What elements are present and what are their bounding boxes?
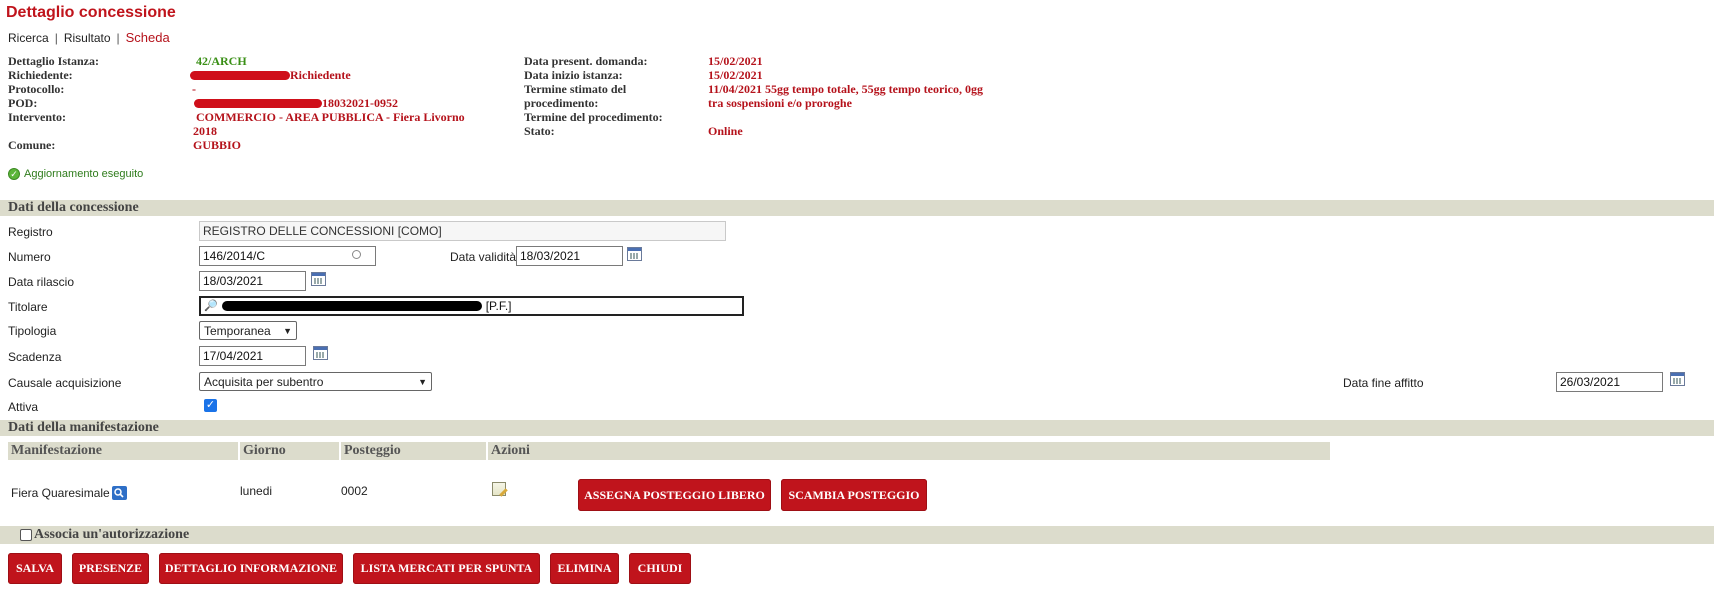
redacted-pod bbox=[194, 99, 322, 109]
column-header: Giorno bbox=[240, 442, 339, 460]
data-present-label: Data present. domanda: bbox=[524, 54, 648, 68]
causale-select[interactable]: Acquisita per subentro ▼ bbox=[199, 372, 432, 391]
pod-label: POD: bbox=[8, 96, 38, 110]
data-validita-field[interactable]: 18/03/2021 bbox=[516, 246, 623, 266]
termine-stimato-label: Termine stimato del procedimento: bbox=[524, 82, 627, 110]
chevron-down-icon: ▼ bbox=[418, 376, 427, 387]
breadcrumb-scheda[interactable]: Scheda bbox=[126, 30, 170, 45]
numero-label: Numero bbox=[8, 250, 51, 264]
breadcrumb-separator: | bbox=[54, 31, 58, 45]
breadcrumb-risultato[interactable]: Risultato bbox=[64, 31, 111, 45]
stato-value: Online bbox=[708, 124, 743, 138]
scadenza-label: Scadenza bbox=[8, 350, 62, 364]
dettaglio-istanza-label: Dettaglio Istanza: bbox=[8, 54, 99, 68]
column-header: Azioni bbox=[488, 442, 1330, 460]
dettaglio-informazione-button[interactable]: DETTAGLIO INFORMAZIONE bbox=[159, 553, 343, 584]
dettaglio-istanza-value: 42/ARCH bbox=[196, 54, 247, 68]
pod-value: 18032021-0952 bbox=[322, 96, 398, 110]
column-header: Posteggio bbox=[341, 442, 486, 460]
intervento-label: Intervento: bbox=[8, 110, 66, 124]
calendar-icon[interactable] bbox=[313, 346, 328, 360]
data-fine-affitto-label: Data fine affitto bbox=[1343, 376, 1424, 390]
attiva-checkbox[interactable]: ✓ bbox=[204, 399, 217, 412]
salva-button[interactable]: SALVA bbox=[8, 553, 62, 584]
stato-label: Stato: bbox=[524, 124, 555, 138]
protocollo-label: Protocollo: bbox=[8, 82, 65, 96]
scambia-posteggio-button[interactable]: SCAMBIA POSTEGGIO bbox=[781, 479, 927, 511]
search-icon[interactable] bbox=[111, 486, 127, 500]
richiedente-value: Richiedente bbox=[290, 68, 351, 82]
titolare-field[interactable]: 🔎 [P.F.] bbox=[199, 296, 744, 316]
data-rilascio-label: Data rilascio bbox=[8, 275, 75, 289]
column-header: Manifestazione bbox=[8, 442, 238, 460]
calendar-icon[interactable] bbox=[311, 272, 326, 286]
associa-checkbox[interactable] bbox=[20, 529, 32, 541]
intervento-value: COMMERCIO - AREA PUBBLICA - Fiera Livorn… bbox=[193, 110, 465, 138]
data-fine-affitto-field[interactable]: 26/03/2021 bbox=[1556, 372, 1663, 392]
posteggio-cell: 0002 bbox=[341, 484, 368, 498]
page-title: Dettaglio concessione bbox=[6, 4, 176, 21]
tipologia-select[interactable]: Temporanea ▼ bbox=[199, 321, 297, 340]
causale-label: Causale acquisizione bbox=[8, 376, 122, 390]
registro-label: Registro bbox=[8, 225, 53, 239]
titolare-label: Titolare bbox=[8, 300, 48, 314]
presenze-button[interactable]: PRESENZE bbox=[72, 553, 149, 584]
breadcrumb-separator: | bbox=[116, 31, 120, 45]
calendar-icon[interactable] bbox=[1670, 372, 1685, 386]
check-circle-icon: ✓ bbox=[8, 168, 20, 180]
elimina-button[interactable]: ELIMINA bbox=[550, 553, 619, 584]
calendar-icon[interactable] bbox=[627, 247, 642, 261]
section-associa: Associa un'autorizzazione bbox=[0, 526, 1714, 544]
richiedente-label: Richiedente: bbox=[8, 68, 73, 82]
table-row-manifestazione: Fiera Quaresimale bbox=[11, 486, 127, 500]
data-inizio-value: 15/02/2021 bbox=[708, 68, 763, 82]
comune-value: GUBBIO bbox=[193, 138, 242, 152]
data-validita-label: Data validità bbox=[450, 250, 517, 264]
data-inizio-label: Data inizio istanza: bbox=[524, 68, 623, 82]
tipologia-label: Tipologia bbox=[8, 324, 57, 338]
breadcrumb-ricerca[interactable]: Ricerca bbox=[8, 31, 49, 45]
breadcrumb: Ricerca | Risultato | Scheda bbox=[8, 30, 170, 45]
section-concessione: Dati della concessione bbox=[0, 200, 1714, 216]
scadenza-field[interactable]: 17/04/2021 bbox=[199, 346, 306, 366]
data-rilascio-field[interactable]: 18/03/2021 bbox=[199, 271, 306, 291]
termine-procedimento-label: Termine del procedimento: bbox=[524, 110, 663, 124]
comune-label: Comune: bbox=[8, 138, 56, 152]
assegna-posteggio-button[interactable]: ASSEGNA POSTEGGIO LIBERO bbox=[578, 479, 771, 511]
protocollo-value: - bbox=[192, 82, 196, 96]
attiva-label: Attiva bbox=[8, 400, 39, 414]
edit-icon[interactable] bbox=[492, 482, 506, 496]
data-present-value: 15/02/2021 bbox=[708, 54, 763, 68]
redacted-titolare bbox=[221, 301, 482, 311]
registro-field[interactable]: REGISTRO DELLE CONCESSIONI [COMO] bbox=[199, 221, 726, 241]
success-message: ✓ Aggiornamento eseguito bbox=[8, 168, 143, 180]
numero-field[interactable]: 146/2014/C bbox=[199, 246, 376, 266]
search-icon: 🔎 bbox=[204, 300, 218, 312]
radio-icon bbox=[352, 250, 361, 259]
manifestazione-table-header: Manifestazione Giorno Posteggio Azioni bbox=[8, 442, 1330, 460]
section-manifestazione: Dati della manifestazione bbox=[0, 420, 1714, 436]
chevron-down-icon: ▼ bbox=[283, 325, 292, 336]
redacted-name bbox=[190, 71, 290, 81]
giorno-cell: lunedi bbox=[240, 484, 273, 498]
termine-stimato-value: 11/04/2021 55gg tempo totale, 55gg tempo… bbox=[708, 82, 983, 110]
chiudi-button[interactable]: CHIUDI bbox=[629, 553, 691, 584]
lista-mercati-button[interactable]: LISTA MERCATI PER SPUNTA bbox=[353, 553, 540, 584]
